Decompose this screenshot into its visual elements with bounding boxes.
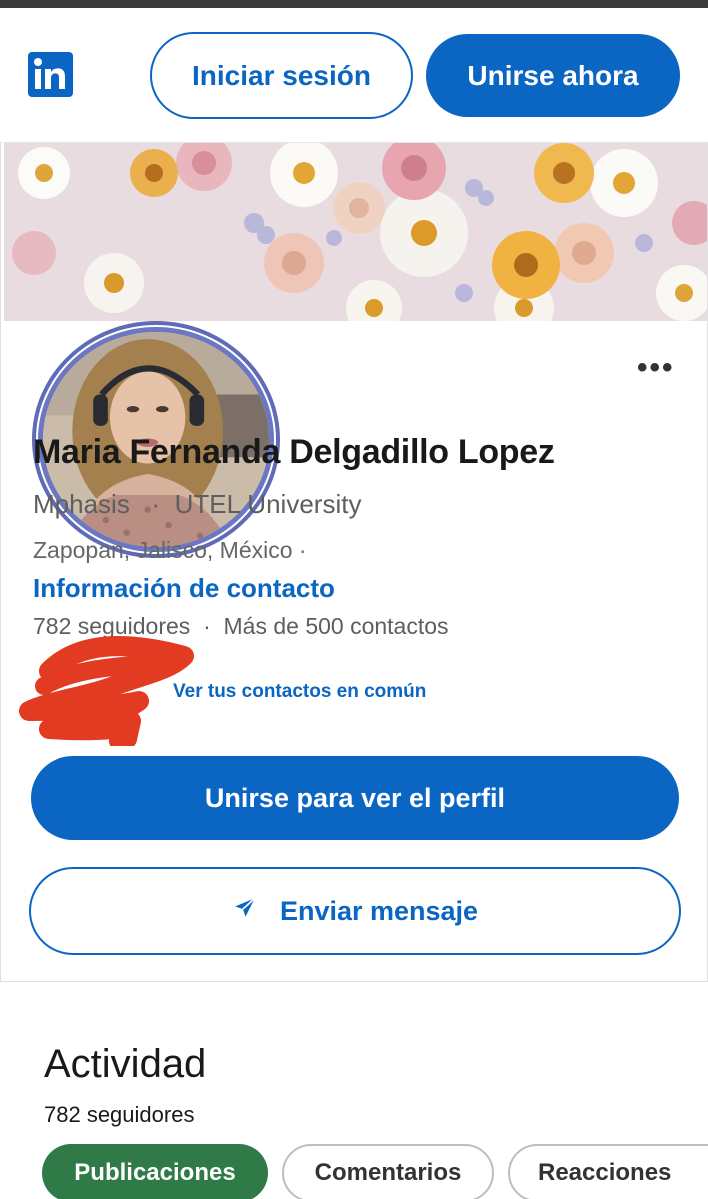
activity-section: Actividad 782 seguidores Publicaciones C…: [0, 1000, 708, 1199]
tab-comentarios[interactable]: Comentarios: [282, 1144, 494, 1199]
tab-publicaciones[interactable]: Publicaciones: [42, 1144, 268, 1199]
profile-banner-image: [4, 143, 707, 321]
join-to-view-profile-button[interactable]: Unirse para ver el perfil: [31, 756, 679, 840]
header: Iniciar sesión Unirse ahora: [0, 8, 708, 138]
paper-plane-icon: [232, 895, 258, 928]
profile-name: Maria Fernanda Delgadillo Lopez: [33, 433, 555, 471]
tab-reacciones[interactable]: Reacciones: [508, 1144, 708, 1199]
login-button[interactable]: Iniciar sesión: [150, 32, 413, 119]
contact-info-link[interactable]: Información de contacto: [33, 573, 335, 604]
redaction-scribble: [19, 636, 194, 746]
profile-headline: Mphasis · UTEL University: [33, 489, 362, 519]
send-message-button[interactable]: Enviar mensaje: [29, 867, 681, 955]
join-now-button[interactable]: Unirse ahora: [426, 34, 680, 117]
profile-location: Zapopan, Jalisco, México ·: [33, 537, 307, 563]
linkedin-logo-icon[interactable]: [28, 52, 73, 97]
top-status-strip: [0, 0, 708, 8]
profile-card: ••• Maria Fernanda Delgadillo Lopez Mpha…: [0, 142, 708, 982]
send-message-label: Enviar mensaje: [279, 895, 479, 926]
mutual-connections-link[interactable]: Ver tus contactos en común: [173, 681, 426, 703]
more-options-icon[interactable]: •••: [637, 351, 675, 385]
activity-followers: 782 seguidores: [44, 1102, 195, 1127]
activity-title: Actividad: [44, 1042, 207, 1086]
